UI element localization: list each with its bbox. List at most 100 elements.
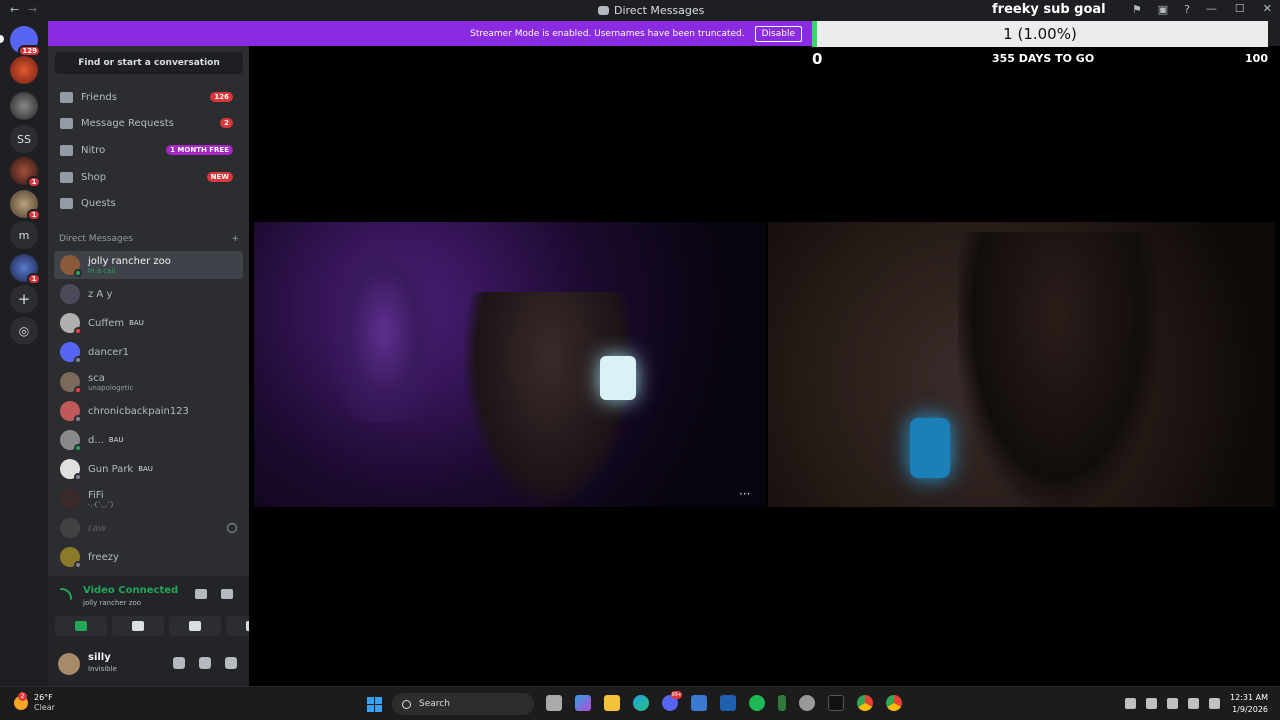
clock-date: 1/9/2026 — [1232, 705, 1268, 714]
discord-taskbar-icon[interactable]: 99+ — [662, 691, 682, 711]
tiktok-icon[interactable] — [828, 695, 844, 711]
sidebar-item-nitro[interactable]: Nitro 1 MONTH FREE — [54, 138, 243, 162]
user-panel: silly Invisible — [48, 643, 249, 686]
avatar — [60, 430, 82, 452]
wifi-icon[interactable] — [1188, 698, 1199, 709]
start-button[interactable] — [367, 697, 382, 712]
selected-indicator — [0, 35, 4, 43]
weather-widget[interactable]: 2 26°F Clear — [14, 691, 55, 712]
disconnect-icon[interactable] — [221, 589, 233, 599]
microphone-icon[interactable] — [173, 657, 185, 669]
avatar — [60, 313, 82, 335]
dm-item[interactable]: chronicbackpain123 — [54, 397, 243, 425]
file-explorer-icon[interactable] — [604, 695, 620, 711]
add-server-button[interactable]: + — [10, 285, 38, 313]
user-controls — [173, 657, 237, 669]
nitro-label: Nitro — [81, 144, 106, 156]
voice-channel[interactable]: jolly rancher zoo — [83, 599, 141, 607]
status-indicator — [74, 444, 82, 452]
disable-button[interactable]: Disable — [754, 25, 802, 42]
activities-button[interactable] — [169, 616, 221, 636]
windows-taskbar: 2 26°F Clear Search 99+ 12:31 AM 1/9/202… — [0, 686, 1280, 720]
dm-item[interactable]: FiFi ·.·(˘◡˘) — [54, 485, 243, 513]
sidebar-item-quests[interactable]: Quests — [54, 191, 243, 215]
avatar — [60, 518, 80, 538]
dm-item[interactable]: sca unapologetic — [54, 368, 243, 396]
clock[interactable]: 12:31 AM 1/9/2026 — [1230, 692, 1268, 716]
dm-name: sca — [88, 372, 105, 384]
dm-item[interactable]: Cuffem BAU — [54, 309, 243, 337]
headphones-icon[interactable] — [199, 657, 211, 669]
server-ss[interactable]: SS — [10, 125, 38, 153]
dm-item[interactable]: jolly rancher zoo In a call — [54, 251, 243, 279]
dm-item[interactable]: raw — [54, 514, 243, 542]
mail-icon[interactable] — [720, 695, 736, 711]
camera-button[interactable] — [55, 616, 107, 636]
settings-gear-icon[interactable] — [225, 657, 237, 669]
avatar — [60, 255, 82, 277]
status-indicator — [74, 473, 82, 481]
sidebar-item-friends[interactable]: Friends 126 — [54, 85, 243, 109]
server-avatar-5[interactable]: 1 — [10, 254, 41, 285]
dm-name: z A y — [88, 288, 113, 300]
server-avatar-2-icon — [10, 92, 38, 120]
taskbar-search[interactable]: Search — [392, 693, 534, 715]
onedrive-icon[interactable] — [1146, 698, 1157, 709]
copilot-icon[interactable] — [575, 695, 591, 711]
share-screen-button[interactable] — [112, 616, 164, 636]
dm-item[interactable]: dancer1 — [54, 338, 243, 366]
chevron-up-icon[interactable] — [1125, 698, 1136, 709]
steam-icon[interactable] — [799, 695, 815, 711]
dm-item[interactable]: Gun Park BAU — [54, 455, 243, 483]
search-icon — [402, 699, 411, 709]
username[interactable]: silly — [88, 652, 111, 663]
quests-icon — [60, 197, 73, 209]
edge-icon[interactable] — [633, 695, 649, 711]
taskbar-apps: 99+ — [546, 691, 902, 711]
volume-icon[interactable] — [1209, 698, 1220, 709]
back-arrow-icon[interactable]: ← — [10, 3, 19, 16]
weather-badge: 2 — [18, 691, 27, 701]
server-avatar-3[interactable]: 1 — [10, 157, 41, 188]
forward-arrow-icon[interactable]: → — [28, 3, 37, 16]
microphone-tray-icon[interactable] — [1167, 698, 1178, 709]
noise-suppression-icon[interactable] — [195, 589, 207, 599]
server-rail: 129 SS 1 1 m 1 + ◎ — [0, 21, 48, 686]
voice-status[interactable]: Video Connected — [83, 585, 178, 596]
friends-icon — [60, 91, 73, 103]
server-avatar-4[interactable]: 1 — [10, 190, 41, 221]
sidebar-item-shop[interactable]: Shop NEW — [54, 165, 243, 189]
dm-item[interactable]: freezy — [54, 543, 243, 571]
store-icon[interactable] — [691, 695, 707, 711]
sidebar-item-message-requests[interactable]: Message Requests 2 — [54, 111, 243, 135]
compass-icon: ◎ — [10, 317, 38, 345]
server-avatar-1[interactable] — [10, 56, 38, 84]
discord-home-icon[interactable]: 129 — [10, 26, 41, 57]
task-view-icon[interactable] — [546, 695, 562, 711]
find-conversation-button[interactable]: Find or start a conversation — [55, 52, 243, 74]
server-m[interactable]: m — [10, 221, 38, 249]
video-tile-right[interactable] — [768, 222, 1275, 507]
chrome-profile-icon[interactable] — [886, 695, 902, 711]
dm-item[interactable]: d... BAU — [54, 426, 243, 454]
dm-tag: BAU — [108, 436, 124, 444]
add-dm-icon[interactable]: + — [231, 234, 239, 244]
shop-icon — [60, 171, 73, 183]
avatar — [60, 342, 82, 364]
connection-signal-icon[interactable] — [60, 588, 72, 600]
more-options-icon[interactable]: ··· — [739, 487, 750, 501]
dm-subtext: In a call — [88, 266, 116, 275]
goal-max: 100 — [1245, 52, 1268, 65]
spotify-icon[interactable] — [749, 695, 765, 711]
dm-item[interactable]: z A y — [54, 280, 243, 308]
dm-name: freezy — [88, 551, 119, 563]
video-tile-left[interactable] — [254, 222, 766, 507]
chrome-icon[interactable] — [857, 695, 873, 711]
avatar[interactable] — [58, 653, 80, 675]
dm-name: raw — [88, 522, 107, 534]
discover-button[interactable]: ◎ — [10, 317, 38, 345]
app-icon[interactable] — [778, 695, 786, 711]
dm-sidebar: Find or start a conversation Friends 126… — [48, 46, 249, 576]
screen-share-icon — [132, 621, 144, 631]
server-avatar-2[interactable] — [10, 92, 38, 120]
